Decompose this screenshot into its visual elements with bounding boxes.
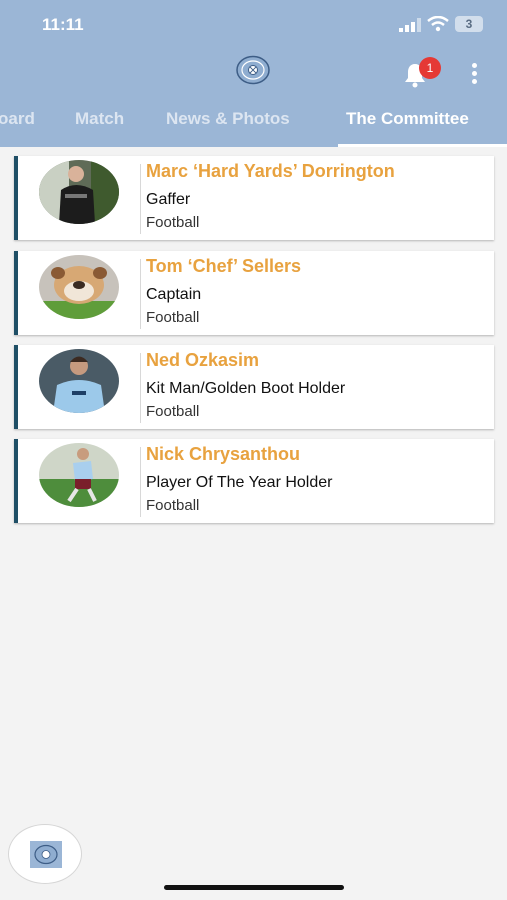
member-avatar [39, 160, 119, 224]
member-role: Captain [146, 286, 202, 303]
member-avatar [39, 349, 119, 413]
member-sport: Football [146, 403, 200, 420]
card-divider [140, 259, 141, 329]
member-role: Player Of The Year Holder [146, 474, 333, 491]
wifi-icon [427, 16, 449, 32]
member-card[interactable]: Tom ‘Chef’ Sellers Captain Football [14, 251, 494, 335]
member-card[interactable]: Marc ‘Hard Yards’ Dorrington Gaffer Foot… [14, 156, 494, 240]
status-bar: 11:11 3 [0, 0, 507, 50]
member-avatar [39, 255, 119, 319]
member-name: Tom ‘Chef’ Sellers [146, 256, 302, 276]
member-sport: Football [146, 309, 200, 326]
app-header: 11:11 3 1 oard Match News & Photos The C… [0, 0, 507, 147]
member-role: Kit Man/Golden Boot Holder [146, 380, 346, 397]
member-card[interactable]: Ned Ozkasim Kit Man/Golden Boot Holder F… [14, 345, 494, 429]
signal-icon [399, 18, 421, 32]
member-sport: Football [146, 214, 200, 231]
tab-bar: oard Match News & Photos The Committee [0, 100, 507, 147]
member-sport: Football [146, 497, 200, 514]
tab-the-committee[interactable]: The Committee [346, 109, 469, 129]
club-shortcut-button[interactable] [8, 824, 82, 884]
club-crest-icon [30, 841, 62, 868]
card-divider [140, 447, 141, 517]
card-divider [140, 353, 141, 423]
tab-match[interactable]: Match [75, 109, 124, 129]
member-name: Marc ‘Hard Yards’ Dorrington [146, 161, 395, 181]
status-time: 11:11 [42, 15, 84, 34]
active-tab-indicator [338, 144, 507, 147]
more-vertical-icon[interactable] [464, 60, 484, 88]
member-name: Ned Ozkasim [146, 350, 260, 370]
notification-badge: 1 [419, 57, 441, 79]
member-name: Nick Chrysanthou [146, 444, 301, 464]
card-divider [140, 164, 141, 234]
tab-board[interactable]: oard [0, 109, 35, 129]
member-avatar [39, 443, 119, 507]
home-indicator[interactable] [164, 885, 344, 890]
battery-indicator: 3 [455, 16, 483, 32]
club-crest-icon[interactable] [236, 55, 270, 85]
tab-news-photos[interactable]: News & Photos [166, 109, 290, 129]
member-card[interactable]: Nick Chrysanthou Player Of The Year Hold… [14, 439, 494, 523]
member-role: Gaffer [146, 191, 191, 208]
